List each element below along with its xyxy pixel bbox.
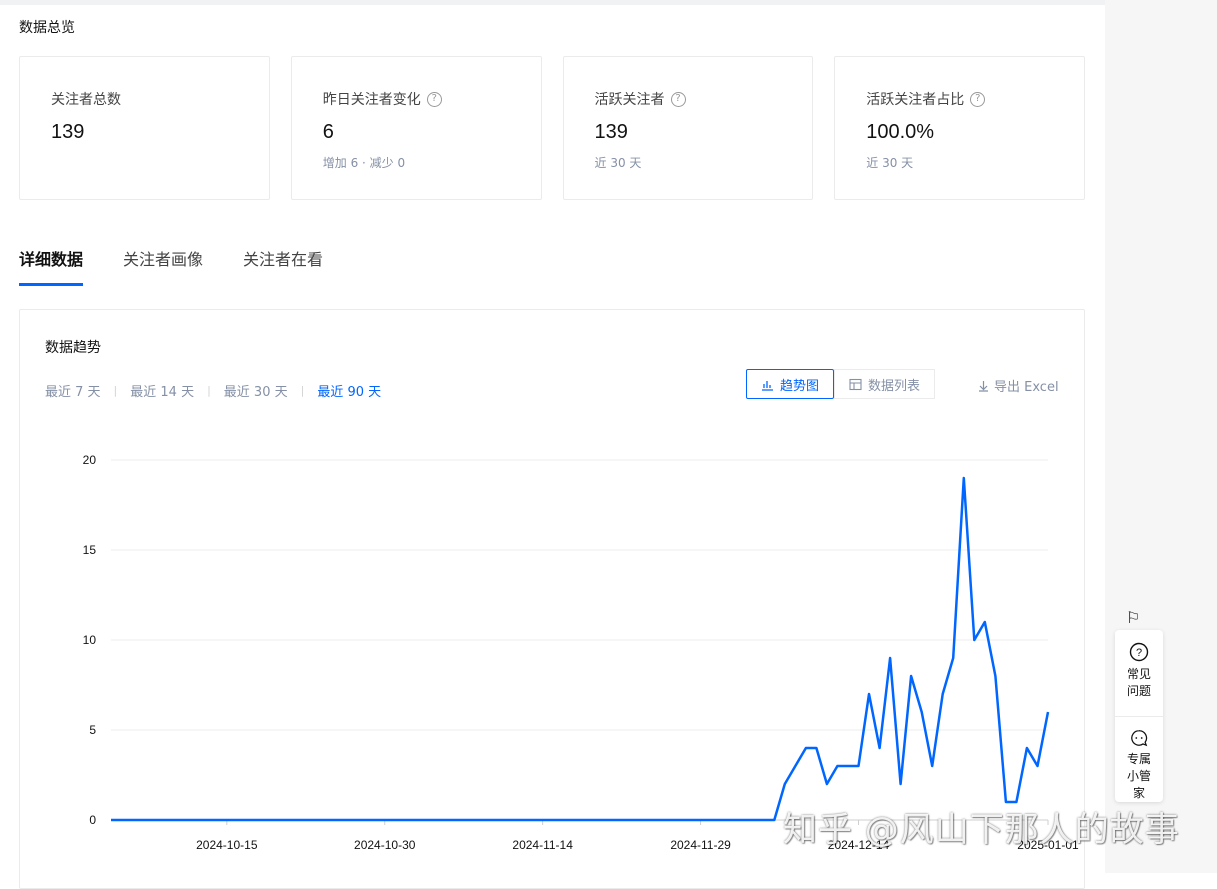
- bar-chart-icon: [761, 378, 774, 391]
- table-icon: [849, 378, 862, 391]
- card-label: 活跃关注者: [595, 89, 665, 109]
- tab-follower-reading[interactable]: 关注者在看: [243, 246, 323, 286]
- card-label: 活跃关注者占比: [866, 89, 964, 109]
- floating-help-bar: ? 常见问题 专属小管家: [1115, 630, 1163, 802]
- series-line: [111, 478, 1048, 820]
- card-subtext: 近 30 天: [595, 154, 813, 171]
- range-14-days[interactable]: 最近 14 天: [130, 381, 194, 400]
- data-list-button[interactable]: 数据列表: [834, 369, 935, 399]
- y-tick-label: 0: [89, 813, 96, 827]
- card-value: 6: [323, 121, 541, 144]
- data-list-label: 数据列表: [868, 375, 920, 394]
- x-tick-label: 2024-11-29: [670, 838, 731, 852]
- help-icon[interactable]: ?: [671, 92, 686, 107]
- trend-chart-button[interactable]: 趋势图: [746, 369, 834, 399]
- tab-follower-profile[interactable]: 关注者画像: [123, 246, 203, 286]
- stat-card-total-followers: 关注者总数 139: [19, 56, 270, 200]
- stat-card-active-ratio: 活跃关注者占比? 100.0% 近 30 天: [834, 56, 1085, 200]
- question-icon: ?: [1129, 642, 1149, 662]
- overview-cards: 关注者总数 139 昨日关注者变化? 6 增加 6 · 减少 0 活跃关注者? …: [19, 56, 1085, 200]
- x-tick-label: 2024-10-30: [354, 838, 416, 852]
- card-subtext: 近 30 天: [866, 154, 1084, 171]
- y-tick-label: 15: [83, 543, 97, 557]
- card-label: 关注者总数: [51, 89, 121, 109]
- help-icon[interactable]: ?: [970, 92, 985, 107]
- top-divider: [0, 0, 1105, 5]
- y-tick-label: 5: [89, 723, 96, 737]
- overview-title: 数据总览: [19, 17, 75, 37]
- help-icon[interactable]: ?: [427, 92, 442, 107]
- faq-label: 常见问题: [1125, 666, 1153, 700]
- trend-chart-label: 趋势图: [780, 375, 819, 394]
- view-toggle: 趋势图 数据列表: [746, 369, 935, 399]
- x-tick-label: 2024-11-14: [512, 838, 573, 852]
- range-90-days[interactable]: 最近 90 天: [317, 381, 381, 400]
- card-value: 139: [51, 121, 269, 144]
- detail-tabs: 详细数据 关注者画像 关注者在看: [19, 246, 323, 286]
- manager-button[interactable]: 专属小管家: [1115, 716, 1163, 802]
- flag-icon[interactable]: ⚐: [1126, 608, 1140, 627]
- card-value: 139: [595, 121, 813, 144]
- download-icon: [978, 380, 989, 392]
- faq-button[interactable]: ? 常见问题: [1115, 630, 1163, 716]
- manager-label: 专属小管家: [1125, 751, 1153, 802]
- card-subtext: 增加 6 · 减少 0: [323, 154, 541, 171]
- chat-bubble-icon: [1129, 729, 1149, 747]
- panel-title: 数据趋势: [45, 337, 101, 357]
- y-tick-label: 20: [83, 453, 97, 467]
- card-value: 100.0%: [866, 121, 1084, 144]
- card-label: 昨日关注者变化: [323, 89, 421, 109]
- range-divider: |: [301, 384, 305, 397]
- stat-card-yesterday-change: 昨日关注者变化? 6 增加 6 · 减少 0: [291, 56, 542, 200]
- range-7-days[interactable]: 最近 7 天: [45, 381, 101, 400]
- svg-text:?: ?: [1136, 647, 1142, 659]
- stat-card-active-followers: 活跃关注者? 139 近 30 天: [563, 56, 814, 200]
- range-30-days[interactable]: 最近 30 天: [224, 381, 288, 400]
- export-excel-button[interactable]: 导出 Excel: [978, 376, 1059, 395]
- tab-detail-data[interactable]: 详细数据: [19, 246, 83, 286]
- range-divider: |: [114, 384, 118, 397]
- range-divider: |: [207, 384, 211, 397]
- x-tick-label: 2024-10-15: [196, 838, 258, 852]
- range-selector: 最近 7 天 | 最近 14 天 | 最近 30 天 | 最近 90 天: [45, 381, 381, 400]
- export-label: 导出 Excel: [994, 376, 1059, 395]
- y-tick-label: 10: [83, 633, 97, 647]
- watermark: 知乎 @风山下那人的故事: [783, 802, 1180, 851]
